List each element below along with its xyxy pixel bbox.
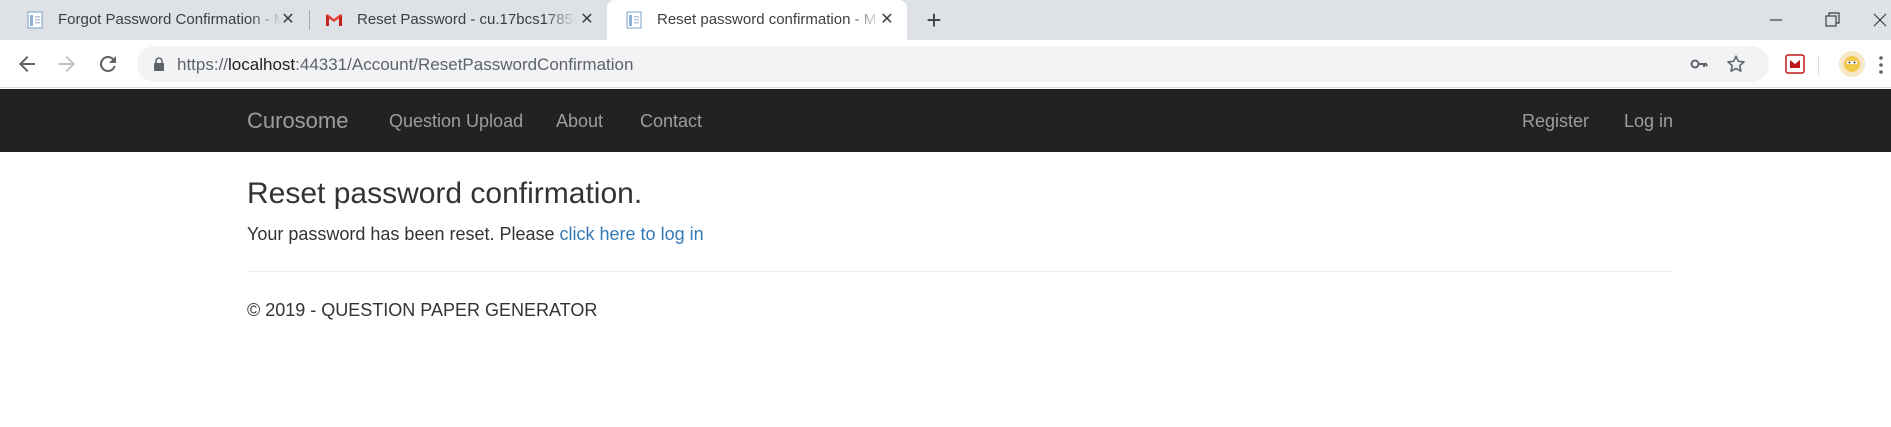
confirmation-message: Your password has been reset. Please cli… bbox=[247, 223, 704, 245]
close-icon[interactable]: ✕ bbox=[577, 10, 597, 30]
address-bar[interactable]: https://localhost:44331/Account/ResetPas… bbox=[137, 46, 1769, 82]
url-scheme: https:// bbox=[177, 55, 229, 74]
star-icon[interactable] bbox=[1725, 53, 1747, 75]
login-link[interactable]: click here to log in bbox=[560, 224, 704, 244]
close-window-icon[interactable] bbox=[1866, 6, 1891, 34]
footer-divider bbox=[247, 271, 1673, 272]
close-icon[interactable]: ✕ bbox=[877, 10, 897, 30]
minimize-icon[interactable] bbox=[1762, 6, 1790, 34]
nav-question-upload[interactable]: Question Upload bbox=[389, 110, 523, 132]
avatar[interactable] bbox=[1838, 50, 1866, 78]
new-tab-button[interactable]: + bbox=[921, 7, 947, 34]
tab-title: Forgot Password Confirmation - M bbox=[58, 11, 283, 28]
site-navbar: Curosome Question Upload About Contact R… bbox=[0, 89, 1891, 152]
tab-title: Reset password confirmation - M bbox=[657, 11, 877, 28]
more-menu-icon[interactable] bbox=[1878, 54, 1884, 76]
url-host: localhost bbox=[228, 55, 296, 74]
browser-tab-forgot-password[interactable]: Forgot Password Confirmation - M ✕ bbox=[8, 0, 308, 40]
browser-toolbar: https://localhost:44331/Account/ResetPas… bbox=[0, 40, 1891, 88]
nav-contact[interactable]: Contact bbox=[640, 110, 702, 132]
close-icon[interactable]: ✕ bbox=[278, 10, 298, 30]
url-path: :44331/Account/ResetPasswordConfirmation bbox=[295, 55, 634, 74]
tab-title: Reset Password - cu.17bcs1785@ bbox=[357, 11, 577, 28]
key-icon[interactable] bbox=[1689, 54, 1709, 74]
toolbar-separator bbox=[1818, 55, 1819, 75]
browser-tab-strip: Forgot Password Confirmation - M ✕ Reset… bbox=[0, 0, 1891, 40]
browser-tab-reset-confirmation[interactable]: Reset password confirmation - M ✕ bbox=[607, 0, 907, 40]
page-icon bbox=[625, 11, 643, 29]
browser-tab-reset-password-gmail[interactable]: Reset Password - cu.17bcs1785@ ✕ bbox=[307, 0, 607, 40]
brand-link[interactable]: Curosome bbox=[247, 108, 348, 134]
message-text: Your password has been reset. Please bbox=[247, 224, 560, 244]
page-icon bbox=[26, 11, 44, 29]
nav-about[interactable]: About bbox=[556, 110, 603, 132]
nav-log-in[interactable]: Log in bbox=[1624, 110, 1673, 132]
lock-icon[interactable] bbox=[151, 56, 167, 72]
page-title: Reset password confirmation. bbox=[247, 177, 643, 210]
forward-arrow-icon[interactable] bbox=[55, 52, 79, 76]
nav-register[interactable]: Register bbox=[1522, 110, 1589, 132]
footer-text: © 2019 - QUESTION PAPER GENERATOR bbox=[247, 300, 598, 320]
reload-icon[interactable] bbox=[96, 52, 120, 76]
restore-icon[interactable] bbox=[1818, 6, 1846, 34]
mcafee-extension-icon[interactable] bbox=[1781, 50, 1809, 78]
gmail-icon bbox=[325, 11, 343, 29]
url-text[interactable]: https://localhost:44331/Account/ResetPas… bbox=[177, 55, 633, 75]
back-arrow-icon[interactable] bbox=[15, 52, 39, 76]
